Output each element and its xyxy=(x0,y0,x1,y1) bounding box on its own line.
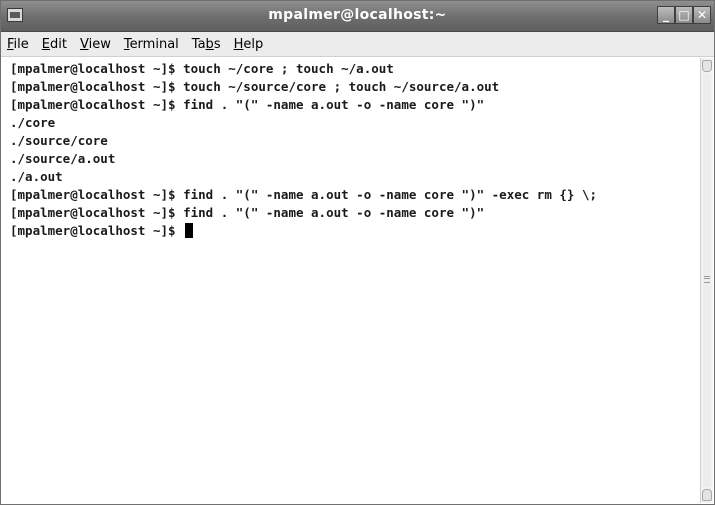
menu-tabs-mnemonic: b xyxy=(205,36,214,52)
menu-tabs-label: s xyxy=(213,36,221,52)
window-title: mpalmer@localhost:~ xyxy=(268,7,447,23)
close-button[interactable]: ✕ xyxy=(693,6,711,24)
menu-view-mnemonic: V xyxy=(79,36,89,52)
terminal-line: [mpalmer@localhost ~]$ find . "(" -name … xyxy=(10,97,485,112)
terminal-prompt-line: [mpalmer@localhost ~]$ xyxy=(10,222,194,240)
menu-edit-label: dit xyxy=(50,36,67,52)
scroll-up-arrow-icon[interactable] xyxy=(702,60,712,72)
maximize-button[interactable]: □ xyxy=(675,6,693,24)
menu-view[interactable]: View xyxy=(80,35,111,54)
menu-tabs[interactable]: Tabs xyxy=(192,35,221,54)
menu-file-label: ile xyxy=(13,36,29,52)
terminal-prompt: [mpalmer@localhost ~]$ xyxy=(10,223,184,238)
terminal-line: ./source/core xyxy=(10,133,108,148)
menu-terminal[interactable]: Terminal xyxy=(124,35,179,54)
terminal-line: [mpalmer@localhost ~]$ touch ~/core ; to… xyxy=(10,61,394,76)
terminal-window: mpalmer@localhost:~ _ □ ✕ File Edit View… xyxy=(0,0,715,505)
menu-edit[interactable]: Edit xyxy=(42,35,67,54)
window-controls: _ □ ✕ xyxy=(657,6,711,26)
menu-bar: File Edit View Terminal Tabs Help xyxy=(1,32,714,57)
text-cursor xyxy=(185,223,194,238)
terminal-line: ./core xyxy=(10,115,56,130)
menu-help-mnemonic: H xyxy=(233,36,244,52)
terminal-line: [mpalmer@localhost ~]$ find . "(" -name … xyxy=(10,187,597,202)
terminal-line: ./source/a.out xyxy=(10,151,116,166)
terminal-line: [mpalmer@localhost ~]$ touch ~/source/co… xyxy=(10,79,500,94)
scroll-down-arrow-icon[interactable] xyxy=(702,489,712,501)
terminal-output[interactable]: [mpalmer@localhost ~]$ touch ~/core ; to… xyxy=(2,58,700,503)
menu-terminal-label: erminal xyxy=(129,36,179,52)
terminal-line: [mpalmer@localhost ~]$ find . "(" -name … xyxy=(10,205,485,220)
title-bar[interactable]: mpalmer@localhost:~ _ □ ✕ xyxy=(1,1,714,32)
menu-file[interactable]: File xyxy=(7,35,29,54)
vertical-scrollbar[interactable] xyxy=(700,58,713,503)
menu-tabs-label-pre: Ta xyxy=(191,36,206,52)
menu-help[interactable]: Help xyxy=(234,35,264,54)
menu-edit-mnemonic: E xyxy=(41,36,50,52)
menu-help-label: elp xyxy=(243,36,264,52)
minimize-button[interactable]: _ xyxy=(657,6,675,24)
scroll-grip-icon xyxy=(704,276,710,283)
terminal-line: ./a.out xyxy=(10,169,63,184)
menu-view-label: iew xyxy=(88,36,111,52)
